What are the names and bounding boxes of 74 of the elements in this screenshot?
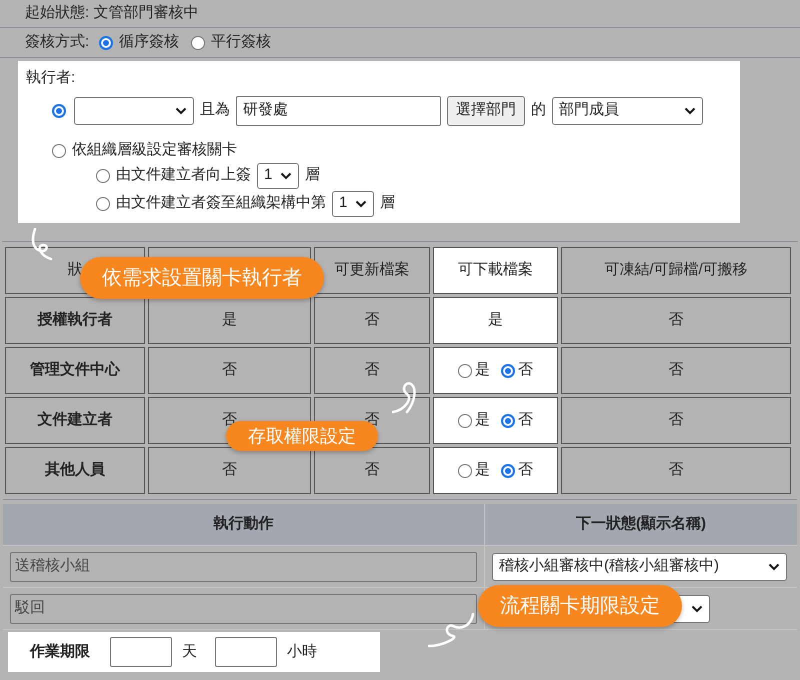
row-header: 管理文件中心 [30, 361, 120, 378]
column-header: 可凍結/可歸檔/可搬移 [561, 247, 791, 294]
row-header: 文件建立者 [38, 411, 112, 428]
row-header: 授權執行者 [38, 311, 112, 328]
radio-label: 由文件建立者簽至組織架構中第 [116, 193, 326, 214]
radio-button[interactable] [501, 364, 515, 378]
chevron-icon [280, 172, 292, 180]
radio-label: 依組織層級設定審核關卡 [72, 140, 237, 160]
radio-button[interactable] [458, 414, 472, 428]
member-dropdown[interactable]: 部門成員 [552, 96, 703, 124]
chevron-icon [768, 562, 780, 570]
radio-button[interactable] [99, 36, 114, 50]
radio-button[interactable] [501, 464, 515, 478]
unit-text: 小時 [287, 642, 317, 662]
column-header: 執行動作 [214, 514, 274, 534]
table-cell-text: 否 [364, 461, 380, 478]
unit-text: 天 [182, 642, 197, 662]
role-dropdown[interactable] [74, 96, 194, 124]
joiner-text: 且為 [200, 100, 230, 120]
radio-button[interactable] [52, 144, 66, 158]
table-cell-text: 是 [488, 311, 503, 328]
level-dropdown[interactable]: 1 [332, 190, 374, 216]
radio-label: 是 [475, 460, 490, 480]
curl-mark [392, 380, 419, 414]
curl-mark [30, 228, 53, 261]
callout-tooltip: 流程關卡期限設定 [478, 585, 682, 627]
chevron-icon [175, 106, 187, 114]
table-cell-text: 否 [364, 311, 380, 328]
chevron-icon [355, 200, 367, 208]
table-cell-text: 否 [222, 361, 237, 378]
chevron-icon [684, 106, 696, 114]
curl-mark [428, 613, 475, 648]
radio-button[interactable] [96, 168, 110, 182]
radio-button[interactable] [458, 464, 472, 478]
radio-label: 是 [475, 410, 490, 430]
radio-button[interactable] [191, 36, 206, 50]
table-cell-text: 否 [668, 361, 684, 378]
chevron-icon [691, 604, 703, 612]
department-field[interactable]: 研發處 [236, 96, 441, 126]
action-field[interactable]: 駁回 [10, 594, 477, 624]
radio-button[interactable] [501, 414, 515, 428]
select-department-button[interactable]: 選擇部門 [447, 96, 525, 126]
column-header: 可下載檔案 [433, 247, 558, 294]
radio-label: 循序簽核 [119, 32, 180, 52]
action-field[interactable]: 送稽核小組 [10, 552, 477, 582]
radio-label: 平行簽核 [211, 32, 272, 52]
section-label: 執行者: [26, 68, 76, 88]
column-header: 可更新檔案 [314, 247, 430, 294]
unit-text: 層 [380, 193, 395, 214]
hours-field[interactable] [215, 637, 277, 667]
radio-button[interactable] [458, 364, 472, 378]
table-cell-text: 否 [668, 311, 684, 328]
radio-label: 否 [518, 410, 533, 430]
radio-label: 由文件建立者向上簽 [116, 165, 251, 186]
level-dropdown[interactable]: 1 [257, 162, 299, 188]
radio-label: 否 [518, 360, 533, 380]
state-dropdown[interactable]: 稽核小組審核中(稽核小組審核中) [492, 552, 787, 580]
field-label: 作業期限 [30, 642, 90, 662]
days-field[interactable] [110, 637, 172, 667]
row-header: 其他人員 [45, 461, 105, 478]
radio-button[interactable] [96, 196, 110, 210]
table-cell-text: 否 [364, 361, 380, 378]
column-header: 下一狀態(顯示名稱) [576, 514, 706, 534]
status-text: 起始狀態: 文管部門審核中 [25, 3, 198, 24]
radio-label: 是 [475, 360, 490, 380]
table-cell-text: 否 [222, 461, 237, 478]
table-cell-text: 否 [668, 461, 684, 478]
field-label: 簽核方式: [25, 32, 90, 52]
table-cell-text: 是 [222, 311, 237, 328]
unit-text: 層 [305, 165, 320, 186]
radio-button[interactable] [52, 104, 66, 118]
table-cell-text: 否 [668, 411, 684, 428]
joiner-text: 的 [531, 100, 546, 120]
radio-label: 否 [518, 460, 533, 480]
